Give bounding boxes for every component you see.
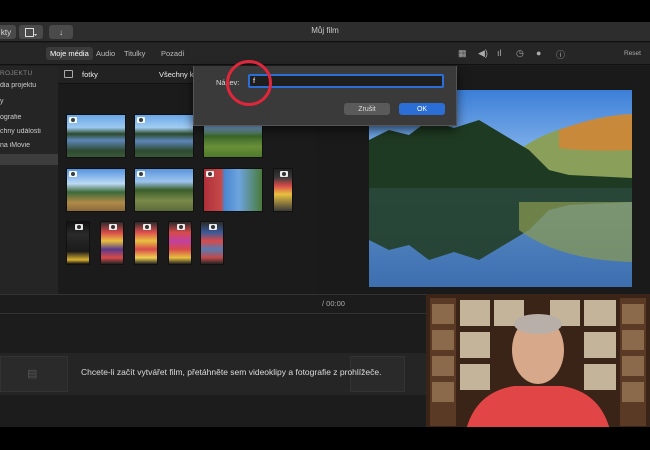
filter-icon[interactable]: ● <box>536 48 541 58</box>
speed-icon[interactable]: ◷ <box>516 48 524 59</box>
equalizer-icon[interactable]: ıl <box>497 48 502 58</box>
screenshot-thumbnail[interactable] <box>134 221 158 265</box>
photo-icon <box>280 171 288 177</box>
window-title: Můj film <box>311 26 339 35</box>
filter-dropdown[interactable]: Všechny k <box>159 70 194 79</box>
timeline-hint: Chcete-li začít vytvářet film, přetáhnět… <box>81 367 382 377</box>
presenter-webcam-overlay <box>426 294 650 427</box>
ok-button[interactable]: OK <box>399 103 445 115</box>
empty-clip-slot: ▤ <box>0 356 68 392</box>
photo-icon <box>143 224 151 230</box>
imovie-window: kty ↓ Můj film Moje média Audio Titulky … <box>0 22 650 427</box>
cancel-button[interactable]: Zrušit <box>344 103 390 115</box>
browser-title: fotky <box>82 70 98 79</box>
sidebar-item-photography[interactable]: ografie <box>0 114 58 121</box>
photo-icon <box>137 171 145 177</box>
sidebar-item-photos[interactable]: y <box>0 98 58 105</box>
timecode: / 00:00 <box>322 299 345 308</box>
screenshot-thumbnail[interactable] <box>168 221 192 265</box>
photo-icon <box>69 171 77 177</box>
photo-icon <box>109 224 117 230</box>
sidebar-item-project-media[interactable]: dia projektu <box>0 82 58 89</box>
title-bar: kty ↓ Můj film <box>0 22 650 42</box>
info-icon[interactable]: ⓘ <box>556 48 565 61</box>
name-input[interactable]: f <box>248 74 444 88</box>
sidebar-toggle-icon[interactable] <box>64 70 73 78</box>
screenshot-thumbnail[interactable] <box>273 168 293 212</box>
reset-button[interactable]: Reset <box>624 50 641 57</box>
photo-thumbnail[interactable] <box>134 168 194 212</box>
sidebar-item-imovie-theater[interactable]: na iMovie <box>0 142 58 149</box>
volume-icon[interactable]: ◀) <box>478 48 488 59</box>
photo-icon <box>69 117 77 123</box>
photo-icon <box>177 224 185 230</box>
photo-icon <box>206 171 214 177</box>
tab-audio[interactable]: Audio <box>96 49 115 58</box>
photo-thumbnail[interactable] <box>134 114 194 158</box>
tab-my-media[interactable]: Moje média <box>46 47 93 60</box>
library-sidebar: ROJEKTU dia projektu y ografie chny udál… <box>0 66 58 294</box>
annotation-circle <box>226 60 272 106</box>
sidebar-heading: ROJEKTU <box>0 70 33 77</box>
tab-backgrounds[interactable]: Pozadí <box>161 49 184 58</box>
sidebar-item-selected-library[interactable] <box>0 154 58 165</box>
crop-icon[interactable]: ▦ <box>458 48 467 59</box>
screenshot-thumbnail[interactable] <box>66 221 90 265</box>
screenshot-thumbnail[interactable] <box>200 221 224 265</box>
photo-icon <box>137 117 145 123</box>
photo-thumbnail[interactable] <box>203 168 263 212</box>
photo-icon <box>209 224 217 230</box>
photo-thumbnail[interactable] <box>66 168 126 212</box>
photo-icon <box>75 224 83 230</box>
film-strip-icon: ▤ <box>27 368 38 380</box>
tab-titles[interactable]: Titulky <box>124 49 145 58</box>
screenshot-thumbnail[interactable] <box>100 221 124 265</box>
sidebar-item-all-events[interactable]: chny události <box>0 128 58 135</box>
photo-thumbnail[interactable] <box>66 114 126 158</box>
media-toolbar: Moje média Audio Titulky Pozadí ▦ ◀) ıl … <box>0 43 650 65</box>
